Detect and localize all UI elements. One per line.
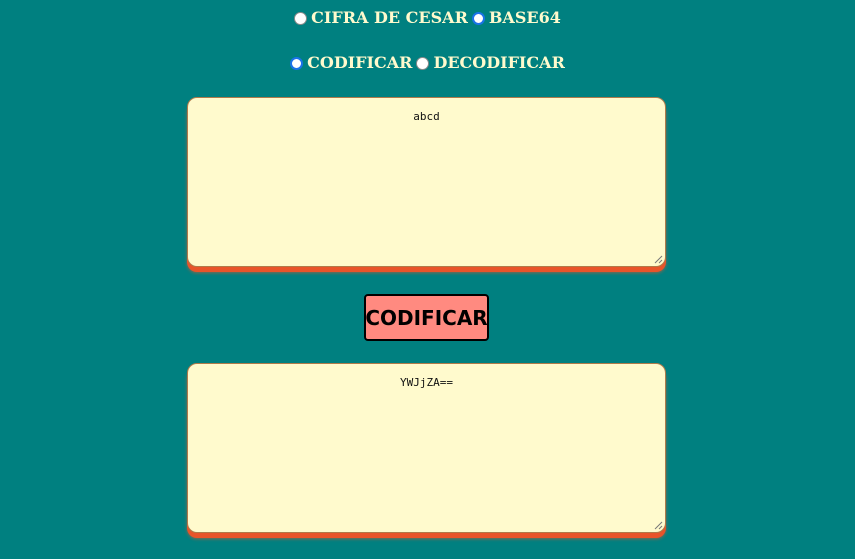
radio-label-base64: BASE64	[488, 8, 561, 27]
resize-grip-icon[interactable]	[654, 521, 663, 530]
radio-cifra-de-cesar[interactable]	[294, 11, 308, 25]
radio-option-decodificar[interactable]: DECODIFICAR	[416, 53, 565, 73]
output-text: YWJjZA==	[400, 376, 453, 389]
resize-grip-icon[interactable]	[654, 255, 663, 264]
radio-option-cifra-de-cesar[interactable]: CIFRA DE CESAR	[294, 8, 468, 28]
radio-label-codificar: CODIFICAR	[307, 53, 413, 72]
codificar-button[interactable]: CODIFICAR	[364, 294, 489, 341]
radio-codificar[interactable]	[290, 56, 304, 70]
radio-decodificar[interactable]	[416, 56, 430, 70]
radio-option-codificar[interactable]: CODIFICAR	[290, 53, 412, 73]
method-radio-group: CIFRA DE CESAR BASE64	[0, 8, 855, 28]
output-textarea[interactable]: YWJjZA==	[187, 363, 666, 533]
radio-option-base64[interactable]: BASE64	[471, 8, 561, 28]
input-text: abcd	[413, 110, 440, 123]
radio-label-cifra-de-cesar: CIFRA DE CESAR	[311, 8, 468, 27]
input-textarea[interactable]: abcd	[187, 97, 666, 267]
mode-radio-group: CODIFICAR DECODIFICAR	[0, 53, 855, 73]
radio-label-decodificar: DECODIFICAR	[433, 53, 565, 72]
radio-base64[interactable]	[471, 11, 485, 25]
